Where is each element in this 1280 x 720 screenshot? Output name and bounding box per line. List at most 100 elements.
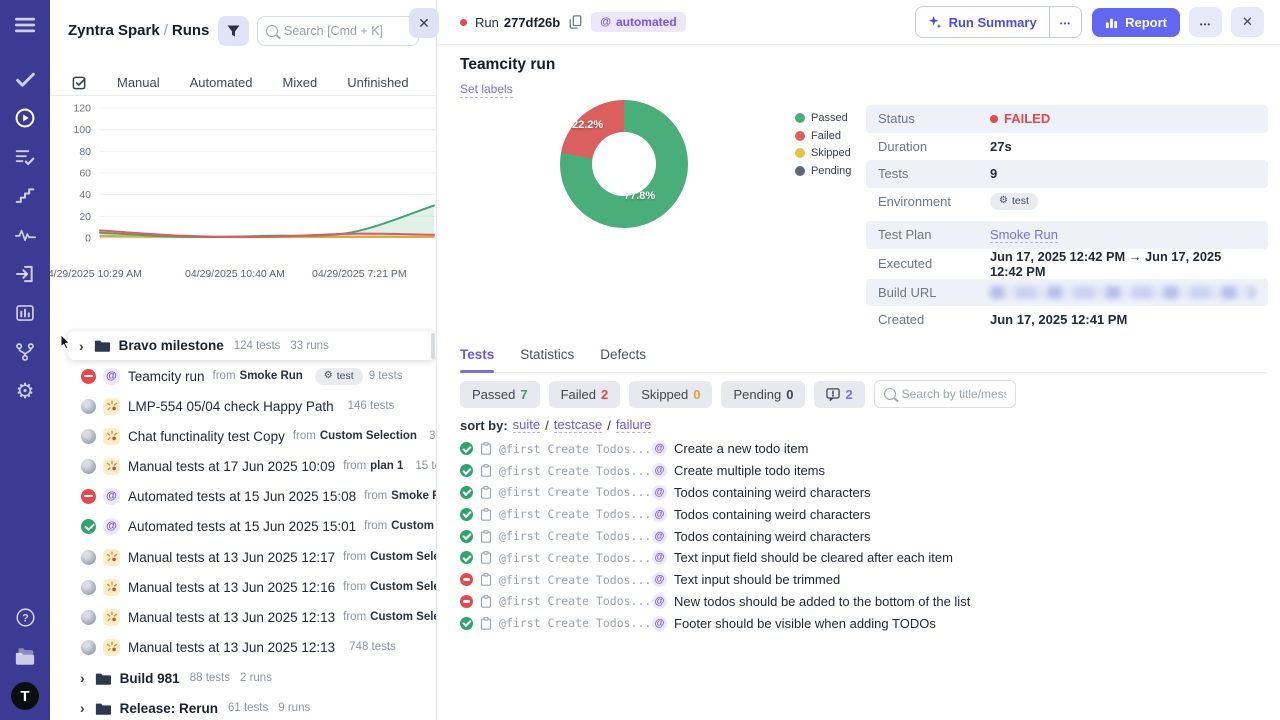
list-scrollbar[interactable] xyxy=(431,333,435,359)
run-list-item[interactable]: Teamcity run from Smoke Run test 9 tests xyxy=(50,364,436,388)
test-row[interactable]: @first Create Todos... Create a new todo… xyxy=(460,438,970,460)
tab-automated[interactable]: Automated xyxy=(190,75,253,90)
chevron-right-icon[interactable] xyxy=(80,701,85,715)
legend-item-skipped[interactable]: Skipped xyxy=(795,147,851,159)
test-status-icon xyxy=(460,485,473,499)
runs-play-icon[interactable] xyxy=(12,105,38,131)
tests-search-input[interactable] xyxy=(901,387,1006,401)
test-status-icon xyxy=(460,507,473,521)
tab-statistics[interactable]: Statistics xyxy=(520,347,574,362)
from-label: from xyxy=(343,581,367,593)
legend-item-failed[interactable]: Failed xyxy=(795,130,851,142)
runs-search-input[interactable] xyxy=(284,24,410,38)
test-row[interactable]: @first Create Todos... Create multiple t… xyxy=(460,460,970,482)
test-suite: @first Create Todos... xyxy=(499,463,652,478)
detail-row-executed: Executed Jun 17, 2025 12:42 PM → Jun 17,… xyxy=(878,248,1222,279)
filter-skipped-pill[interactable]: Skipped 0 xyxy=(629,380,713,408)
test-row[interactable]: @first Create Todos... Todos containing … xyxy=(460,482,970,504)
close-panel-button[interactable] xyxy=(409,8,439,38)
run-name: Manual tests at 13 Jun 2025 12:13 xyxy=(128,609,336,625)
reports-bar-chart-icon[interactable] xyxy=(12,300,38,326)
help-icon[interactable]: ? xyxy=(12,604,38,630)
run-name: Automated tests at 15 Jun 2025 15:08 xyxy=(128,488,357,504)
run-name: Teamcity run xyxy=(128,368,205,384)
branches-icon[interactable] xyxy=(12,339,38,365)
milestones-steps-icon[interactable] xyxy=(12,183,38,209)
settings-gear-icon[interactable]: ⚙ xyxy=(12,378,38,404)
run-label: Run xyxy=(475,14,499,30)
run-summary-button-group: Run Summary xyxy=(914,6,1083,38)
test-row[interactable]: @first Create Todos... Todos containing … xyxy=(460,503,970,525)
run-name: Manual tests at 13 Jun 2025 12:17 xyxy=(128,549,336,565)
sort-by-suite[interactable]: suite xyxy=(512,417,541,433)
filter-button[interactable] xyxy=(218,16,249,46)
more-actions-button[interactable] xyxy=(1189,7,1222,37)
detail-row-status: Status FAILED xyxy=(866,105,1268,133)
tab-mixed[interactable]: Mixed xyxy=(283,75,318,90)
run-summary-more-button[interactable] xyxy=(1048,7,1081,37)
folder-icon xyxy=(95,672,111,685)
manual-run-icon xyxy=(103,427,120,445)
funnel-icon xyxy=(227,24,240,38)
run-summary-button[interactable]: Run Summary xyxy=(916,7,1049,37)
test-row[interactable]: @first Create Todos... New todos should … xyxy=(460,591,970,613)
menu-icon[interactable] xyxy=(12,12,38,38)
test-plan-link[interactable]: Smoke Run xyxy=(990,227,1058,243)
run-details-table: Status FAILED Duration 27s Tests 9 Envir… xyxy=(866,105,1268,334)
chevron-right-icon[interactable] xyxy=(79,339,84,353)
report-button[interactable]: Report xyxy=(1092,7,1180,37)
run-list-item[interactable]: Automated tests at 15 Jun 2025 15:01 fro… xyxy=(50,514,436,538)
svg-text:80: 80 xyxy=(79,146,91,158)
filter-pending-pill[interactable]: Pending 0 xyxy=(721,380,806,408)
filter-passed-pill[interactable]: Passed 7 xyxy=(460,380,540,408)
sign-in-icon[interactable] xyxy=(12,261,38,287)
run-list-item[interactable]: Automated tests at 15 Jun 2025 15:08 fro… xyxy=(50,484,436,508)
test-status-icon xyxy=(460,464,473,478)
folder-row[interactable]: Bravo milestone 124 tests 33 runs xyxy=(68,331,436,360)
area-chart-svg: 0 20 40 60 80 100 120 xyxy=(73,103,436,245)
run-list-item[interactable]: Manual tests at 13 Jun 2025 12:16 from C… xyxy=(50,575,436,599)
tab-tests[interactable]: Tests xyxy=(460,347,495,373)
activity-pulse-icon[interactable] xyxy=(12,222,38,248)
tab-manual[interactable]: Manual xyxy=(117,75,160,90)
app-logo[interactable] xyxy=(11,682,39,710)
tests-check-icon[interactable] xyxy=(12,66,38,92)
run-title: Teamcity run xyxy=(460,56,556,73)
test-row[interactable]: @first Create Todos... Todos containing … xyxy=(460,525,970,547)
filter-failed-pill[interactable]: Failed 2 xyxy=(548,380,621,408)
folder-runs-count: 2 runs xyxy=(239,672,272,684)
run-list-item[interactable]: Manual tests at 17 Jun 2025 10:09 from p… xyxy=(50,454,436,478)
projects-folder-icon[interactable] xyxy=(12,643,38,669)
test-status-icon xyxy=(460,551,473,565)
folder-row[interactable]: Build 981 88 tests 2 runs xyxy=(50,666,436,690)
copy-icon[interactable] xyxy=(569,15,582,29)
run-list-item[interactable]: Manual tests at 13 Jun 2025 12:17 from C… xyxy=(50,545,436,569)
run-list-item[interactable]: Manual tests at 13 Jun 2025 12:13 from C… xyxy=(50,605,436,629)
detail-row-created: Created Jun 17, 2025 12:41 PM xyxy=(878,312,1128,328)
test-row[interactable]: @first Create Todos... Text input should… xyxy=(460,569,970,591)
close-run-button[interactable] xyxy=(1231,7,1264,37)
breadcrumb-project[interactable]: Zyntra Spark xyxy=(68,22,160,39)
run-tests-count: 146 tests xyxy=(347,400,395,412)
chevron-right-icon[interactable] xyxy=(80,671,85,685)
donut-passed-label: 77.8% xyxy=(624,190,656,202)
run-list-item[interactable]: Manual tests at 13 Jun 2025 12:13 748 te… xyxy=(50,635,436,659)
run-list-item[interactable]: LMP-554 05/04 check Happy Path 146 tests xyxy=(50,394,436,418)
set-labels-link[interactable]: Set labels xyxy=(460,82,513,98)
tab-unfinished[interactable]: Unfinished xyxy=(347,75,408,90)
folder-tests-count: 61 tests xyxy=(227,702,269,714)
sort-by-testcase[interactable]: testcase xyxy=(553,417,603,433)
filter-comments-pill[interactable]: 2 xyxy=(814,380,865,408)
legend-item-pending[interactable]: Pending xyxy=(795,165,851,177)
legend-item-passed[interactable]: Passed xyxy=(795,112,851,124)
test-row[interactable]: @first Create Todos... Footer should be … xyxy=(460,612,970,634)
sort-by-failure[interactable]: failure xyxy=(615,417,652,433)
folder-row[interactable]: Release: Rerun 61 tests 9 runs xyxy=(50,696,436,720)
automated-run-icon xyxy=(103,517,120,535)
run-list-item[interactable]: Chat functinality test Copy from Custom … xyxy=(50,424,436,448)
test-title: Todos containing weird characters xyxy=(674,528,871,544)
test-plans-icon[interactable] xyxy=(12,144,38,170)
test-row[interactable]: @first Create Todos... Text input field … xyxy=(460,547,970,569)
select-runs-icon[interactable] xyxy=(72,75,87,90)
tab-defects[interactable]: Defects xyxy=(600,347,646,362)
